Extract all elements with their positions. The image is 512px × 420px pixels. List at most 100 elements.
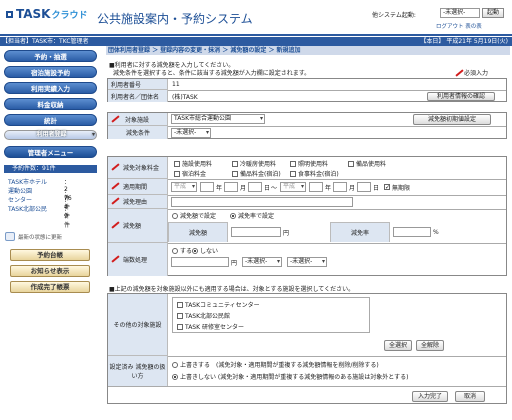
rounding-unit: 円: [231, 259, 238, 267]
fee-checkbox-item[interactable]: 施設使用料: [174, 159, 212, 168]
rounding-no-radio[interactable]: [192, 247, 198, 254]
app-logo: TASKクラウド: [6, 7, 88, 21]
period-label-text: 適用期間: [123, 184, 148, 191]
month-from-input[interactable]: [224, 182, 238, 192]
no-overwrite-item[interactable]: 上書きしない (減免対象・適用期間が重複する減免額情報のある施設は対象外とする): [172, 372, 408, 381]
amount-label-text: 減免額: [123, 223, 142, 230]
fee-checkbox-item[interactable]: 冷暖房使用料: [232, 159, 276, 168]
rate-radio[interactable]: [230, 212, 236, 219]
amount-radio-item[interactable]: 減免額で設定: [172, 211, 216, 220]
sidebar-item-fee-collection[interactable]: 料金収納: [4, 98, 97, 110]
refresh-link[interactable]: 最新の状態に更新: [18, 233, 62, 241]
header-links[interactable]: ログアウト 表の表: [436, 22, 482, 30]
cancel-button[interactable]: 取消: [455, 391, 485, 402]
reservation-row-name[interactable]: センター: [8, 197, 32, 204]
initial-value-button[interactable]: 減免額初期値設定: [413, 114, 491, 125]
fee-checkbox-item[interactable]: 備品料金(宿泊): [232, 169, 281, 178]
row-divider: [168, 243, 506, 244]
reservation-ledger-button[interactable]: 予約台帳: [10, 249, 90, 261]
sidebar-item-user-registration[interactable]: 利用者登録: [4, 130, 97, 140]
rounding-select-1[interactable]: -未選択-: [242, 257, 282, 267]
month-to-input[interactable]: [333, 182, 347, 192]
condition-select[interactable]: -未選択-: [171, 128, 211, 138]
reason-input[interactable]: [171, 197, 353, 207]
rate-input[interactable]: [393, 227, 431, 237]
reservation-row[interactable]: TASK市ホテル ：2件: [8, 177, 70, 202]
notice-display-button[interactable]: お知らせ表示: [10, 265, 90, 277]
no-overwrite-radio[interactable]: [172, 373, 178, 380]
select-all-button[interactable]: 全選択: [384, 340, 412, 351]
day-to-input[interactable]: [357, 182, 371, 192]
sidebar-item-lodging[interactable]: 宿泊施設予約: [4, 66, 97, 78]
reservation-row[interactable]: TASK北部公民 ：9件: [8, 204, 70, 229]
rounding-input[interactable]: [171, 257, 229, 267]
checkbox[interactable]: [290, 170, 296, 177]
row-divider: [168, 356, 506, 357]
sidebar-item-statistics[interactable]: 統計: [4, 114, 97, 126]
reservation-row-name[interactable]: TASK北部公民: [8, 206, 47, 213]
era-from-select[interactable]: 平成: [171, 182, 197, 192]
rounding-select-2[interactable]: -未選択-: [287, 257, 327, 267]
checkbox[interactable]: [174, 160, 180, 167]
complete-button[interactable]: 入力完了: [412, 391, 448, 402]
rounding-no-item[interactable]: しない: [192, 246, 218, 255]
fee-checkbox-item[interactable]: 宿泊料金: [174, 169, 206, 178]
required-pen-icon: [111, 165, 120, 170]
era-to-select[interactable]: 平成: [280, 182, 306, 192]
unlimited-checkbox[interactable]: [384, 184, 390, 190]
checkbox[interactable]: [232, 170, 238, 177]
fee-checkbox-item[interactable]: 食事料金(宿泊): [290, 169, 339, 178]
reservation-count-header: 予約件数：91件: [4, 165, 97, 173]
amount-input[interactable]: [231, 227, 281, 237]
checkbox[interactable]: [348, 160, 354, 167]
required-pen-icon: [111, 257, 120, 262]
start-button[interactable]: 起動: [482, 8, 504, 18]
sidebar-item-reservation[interactable]: 予約・抽選: [4, 50, 97, 62]
year-from-input[interactable]: [200, 182, 214, 192]
clear-all-button[interactable]: 全解除: [416, 340, 444, 351]
facility-select[interactable]: TASK市総合運動公園: [171, 114, 265, 124]
fee-checkbox-item[interactable]: 照明使用料: [290, 159, 328, 168]
sidebar-item-usage-input[interactable]: 利用実績入力: [4, 82, 97, 94]
reservation-row[interactable]: センター ：4件: [8, 195, 70, 220]
reservation-row-count: ：9件: [64, 206, 71, 229]
overwrite-radio[interactable]: [172, 361, 178, 368]
required-legend-text: 必須入力: [464, 70, 489, 77]
unlimited-checkbox-item[interactable]: 無期限: [384, 182, 410, 192]
rounding-yes-radio[interactable]: [172, 247, 178, 254]
refresh-icon[interactable]: [5, 232, 15, 241]
required-pen-icon: [111, 199, 120, 204]
condition-label-text: 減免条件: [126, 130, 151, 137]
rounding-yes-item[interactable]: する: [172, 246, 192, 255]
other-facility-item[interactable]: TASK北部公民館: [177, 311, 230, 320]
system-select[interactable]: -未選択-: [440, 8, 480, 18]
checkbox[interactable]: [177, 312, 183, 319]
reservation-row[interactable]: 運動公園 ：76件: [8, 186, 72, 211]
reservation-row-name[interactable]: 運動公園: [8, 188, 32, 195]
rounding-label-text: 端数処理: [123, 257, 148, 264]
checkbox[interactable]: [232, 160, 238, 167]
fee-item-label: 備品使用料: [356, 161, 387, 168]
checkbox[interactable]: [177, 301, 183, 308]
facility-list: TASKコミュニティセンター TASK北部公民館 TASK 研修室センター: [172, 297, 370, 333]
fee-item-label: 冷暖房使用料: [240, 161, 277, 168]
checkbox[interactable]: [177, 323, 183, 330]
rate-radio-item[interactable]: 減免率で設定: [230, 211, 274, 220]
fee-checkbox-item[interactable]: 備品使用料: [348, 159, 386, 168]
year-to-input[interactable]: [309, 182, 323, 192]
user-info-button[interactable]: 利用者情報の確認: [427, 92, 495, 101]
day-from-input[interactable]: [248, 182, 262, 192]
amount-radio[interactable]: [172, 212, 178, 219]
reservation-row-name[interactable]: TASK市ホテル: [8, 179, 47, 186]
fee-item-label: 備品料金(宿泊): [240, 171, 281, 178]
completed-report-button[interactable]: 作成完了帳票: [10, 281, 90, 293]
other-facility-item[interactable]: TASKコミュニティセンター: [177, 300, 260, 309]
existing-label: 設定済み 減免額の扱い方: [108, 356, 168, 386]
logo-suffix: クラウド: [51, 11, 88, 21]
sidebar-item-admin-menu[interactable]: 管理者メニュー: [4, 146, 97, 158]
fee-label: 減免対象料金: [108, 157, 168, 179]
checkbox[interactable]: [174, 170, 180, 177]
other-facility-item[interactable]: TASK 研修室センター: [177, 322, 244, 331]
checkbox[interactable]: [290, 160, 296, 167]
overwrite-item[interactable]: 上書きする (減免対象・適用期間が重複する減免額情報を削除/削除する): [172, 360, 379, 369]
